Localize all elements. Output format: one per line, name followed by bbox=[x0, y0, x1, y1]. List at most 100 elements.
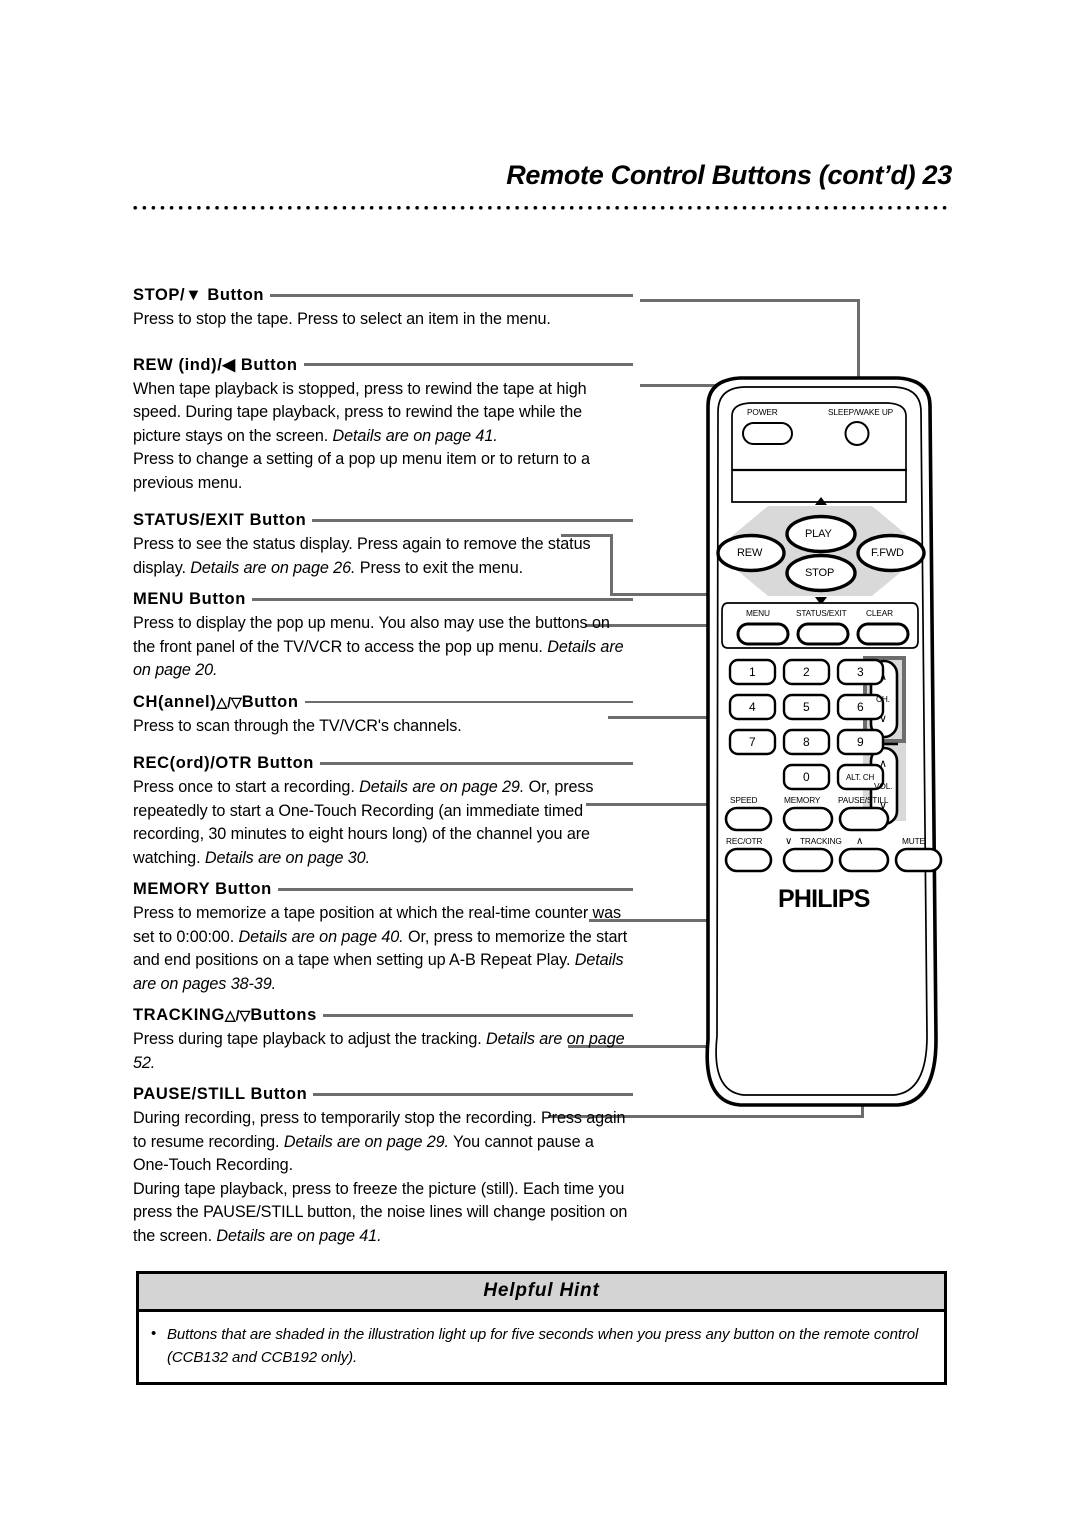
leader-stop-h1 bbox=[640, 299, 860, 302]
menu-label: MENU bbox=[746, 608, 770, 618]
heading-rule bbox=[303, 363, 633, 366]
heading-rew: REW (ind)/◀ Button bbox=[133, 355, 633, 375]
body-pause-still-2: During tape playback, press to freeze th… bbox=[133, 1178, 633, 1249]
heading-memory-label: MEMORY Button bbox=[133, 880, 272, 898]
body-memory-i1: Details are on page 40. bbox=[238, 927, 404, 946]
heading-rec-otr: REC(ord)/OTR Button bbox=[133, 754, 633, 773]
play-label: PLAY bbox=[805, 528, 832, 540]
heading-channel-post: Button bbox=[241, 692, 299, 711]
vol-rocker-label: VOL. bbox=[874, 781, 893, 791]
helpful-hint-body: • Buttons that are shaded in the illustr… bbox=[139, 1312, 944, 1382]
section-pause-still: PAUSE/STILL Button During recording, pre… bbox=[133, 1085, 633, 1248]
triangle-updown-icon: △/▽ bbox=[224, 1007, 251, 1023]
section-memory: MEMORY Button Press to memorize a tape p… bbox=[133, 880, 633, 996]
helpful-hint-box: Helpful Hint • Buttons that are shaded i… bbox=[136, 1271, 947, 1385]
heading-stop-label: STOP/▼ Button bbox=[133, 286, 265, 304]
heading-channel: CH(annel) △/▽ Button bbox=[133, 693, 633, 712]
clear-button bbox=[856, 622, 910, 646]
ffwd-label: F.FWD bbox=[871, 547, 904, 559]
key-9-label: 9 bbox=[857, 735, 864, 749]
heading-rule bbox=[322, 1014, 633, 1017]
heading-menu: MENU Button bbox=[133, 590, 633, 609]
heading-status-exit: STATUS/EXIT Button bbox=[133, 511, 633, 530]
memory-label: MEMORY bbox=[784, 795, 821, 805]
speed-label: SPEED bbox=[730, 795, 758, 805]
heading-rule bbox=[312, 519, 633, 522]
sleep-wake-up-label: SLEEP/WAKE UP bbox=[828, 407, 894, 417]
body-tracking-t1: Press during tape playback to adjust the… bbox=[133, 1030, 487, 1048]
section-status-exit: STATUS/EXIT Button Press to see the stat… bbox=[133, 511, 633, 580]
body-rec-t1: Press once to start a recording. bbox=[133, 778, 360, 796]
body-pause-still: During recording, press to temporarily s… bbox=[133, 1107, 633, 1178]
heading-menu-label: MENU Button bbox=[133, 590, 246, 608]
header-dotted-rule bbox=[133, 205, 952, 211]
mute-button bbox=[894, 847, 943, 873]
rec-otr-label: REC/OTR bbox=[726, 836, 763, 846]
tracking-up-icon: ∧ bbox=[856, 836, 864, 847]
body-menu-t1: Press to display the pop up menu. You al… bbox=[133, 614, 610, 656]
heading-pause-still-label: PAUSE/STILL Button bbox=[133, 1085, 308, 1103]
heading-tracking-pre: TRACKING bbox=[133, 1006, 225, 1024]
body-rew-2: Press to change a setting of a pop up me… bbox=[133, 450, 590, 492]
body-rec-otr: Press once to start a recording. Details… bbox=[133, 776, 633, 870]
heading-tracking-post: Buttons bbox=[250, 1006, 317, 1024]
section-tracking: TRACKING △/▽ Buttons Press during tape p… bbox=[133, 1006, 633, 1075]
heading-rew-label: REW (ind)/◀ Button bbox=[133, 355, 298, 374]
body-status-exit: Press to see the status display. Press a… bbox=[133, 533, 633, 580]
memory-button bbox=[782, 806, 834, 832]
body-pause-i1: Details are on page 29. bbox=[283, 1132, 449, 1151]
heading-rule bbox=[270, 294, 633, 297]
body-stop: Press to stop the tape. Press to select … bbox=[133, 310, 551, 328]
rew-label: REW bbox=[737, 547, 763, 559]
section-menu: MENU Button Press to display the pop up … bbox=[133, 590, 633, 683]
section-stop: STOP/▼ Button Press to stop the tape. Pr… bbox=[133, 286, 633, 332]
key-7-label: 7 bbox=[749, 735, 756, 749]
heading-rule bbox=[277, 888, 633, 891]
mute-label: MUTE bbox=[902, 836, 925, 846]
body-status-i1: Details are on page 26. bbox=[190, 558, 356, 577]
section-rew: REW (ind)/◀ Button When tape playback is… bbox=[133, 355, 633, 496]
key-5-label: 5 bbox=[803, 700, 810, 714]
menu-button bbox=[736, 622, 790, 646]
key-8-label: 8 bbox=[803, 735, 810, 749]
body-channel: Press to scan through the TV/VCR's chann… bbox=[133, 716, 462, 735]
body-memory: Press to memorize a tape position at whi… bbox=[133, 902, 633, 996]
key-1-label: 1 bbox=[749, 665, 756, 679]
power-label: POWER bbox=[747, 407, 778, 417]
sleep-wake-up-button bbox=[844, 421, 870, 446]
key-alt-ch-label: ALT. CH bbox=[846, 773, 875, 782]
key-0-label: 0 bbox=[803, 770, 810, 784]
helpful-hint-text: Buttons that are shaded in the illustrat… bbox=[167, 1326, 919, 1366]
heading-channel-pre: CH(annel) bbox=[133, 692, 217, 711]
key-6-label: 6 bbox=[857, 700, 864, 714]
body-pause-i3: Details are on page 41. bbox=[216, 1226, 382, 1245]
page-title: Remote Control Buttons (cont’d) 23 bbox=[506, 160, 952, 190]
heading-rec-otr-label: REC(ord)/OTR Button bbox=[133, 754, 314, 772]
heading-rule bbox=[304, 700, 633, 704]
rec-otr-button bbox=[724, 847, 773, 873]
helpful-hint-title: Helpful Hint bbox=[139, 1274, 944, 1312]
stop-label: STOP bbox=[805, 567, 835, 579]
heading-rule bbox=[313, 1093, 633, 1096]
body-rew-i1: Details are on page 41. bbox=[332, 426, 498, 445]
body-rec-i2: Details are on page 30. bbox=[204, 848, 370, 867]
body-menu: Press to display the pop up menu. You al… bbox=[133, 612, 633, 683]
heading-rule bbox=[319, 762, 633, 765]
tracking-up-button bbox=[838, 847, 890, 873]
power-button bbox=[742, 422, 793, 445]
section-rec-otr: REC(ord)/OTR Button Press once to start … bbox=[133, 754, 633, 870]
vol-up-icon: ∧ bbox=[879, 758, 887, 770]
ch-down-icon: ∨ bbox=[879, 713, 887, 725]
heading-status-exit-label: STATUS/EXIT Button bbox=[133, 511, 307, 529]
remote-control-illustration: POWER SLEEP/WAKE UP PLAY STOP REW F.FWD … bbox=[660, 360, 980, 1140]
ch-up-icon: ∧ bbox=[879, 671, 887, 683]
pause-still-label: PAUSE/STILL bbox=[838, 795, 889, 805]
top-panel-bezel bbox=[731, 402, 907, 503]
tracking-down-icon: ∨ bbox=[785, 836, 793, 847]
speed-button bbox=[724, 806, 773, 832]
remote-control-svg bbox=[705, 376, 943, 1107]
key-2-label: 2 bbox=[803, 665, 810, 679]
bullet-icon: • bbox=[151, 1325, 157, 1342]
body-rew: When tape playback is stopped, press to … bbox=[133, 378, 633, 449]
body-status-t2: Press to exit the menu. bbox=[355, 558, 524, 577]
